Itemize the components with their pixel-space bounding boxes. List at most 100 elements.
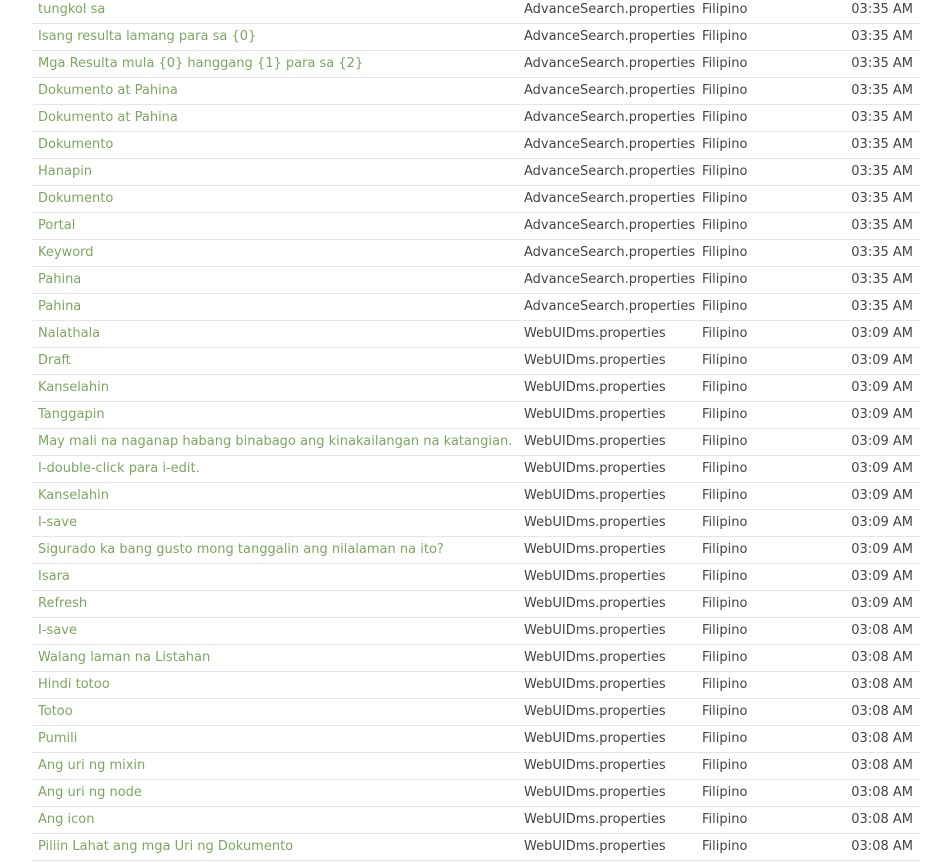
list-item: Refresh WebUIDms.properties Filipino 03:09 … — [32, 591, 920, 618]
properties-file-name: WebUIDms.properties — [524, 569, 666, 584]
translation-text-link[interactable]: Isang resulta lamang para sa {0} — [38, 24, 256, 50]
translation-text-link[interactable]: Walang laman na Listahan — [38, 645, 210, 671]
translation-text-link[interactable]: Portal — [38, 213, 75, 239]
language-label: Filipino — [702, 434, 748, 449]
timestamp: 03:09 AM — [851, 407, 913, 422]
translation-text-link[interactable]: Keyword — [38, 240, 94, 266]
language-label: Filipino — [702, 515, 748, 530]
translation-text-link[interactable]: Nalathala — [38, 321, 100, 347]
list-item: Kanselahin WebUIDms.properties Filipino 03:… — [32, 483, 920, 510]
language-label: Filipino — [702, 272, 748, 287]
timestamp: 03:08 AM — [851, 812, 913, 827]
timestamp: 03:35 AM — [851, 137, 913, 152]
translation-activity-list: tungkol sa AdvanceSearch.properties Filipi… — [32, 0, 920, 861]
translation-text-link[interactable]: Isara — [38, 564, 70, 590]
translation-text-link[interactable]: Dokumento at Pahina — [38, 105, 178, 131]
timestamp: 03:09 AM — [851, 542, 913, 557]
language-label: Filipino — [702, 137, 748, 152]
timestamp: 03:35 AM — [851, 164, 913, 179]
translation-text-link[interactable]: Mga Resulta mula {0} hanggang {1} para s… — [38, 51, 363, 77]
language-label: Filipino — [702, 2, 748, 17]
properties-file-name: WebUIDms.properties — [524, 731, 666, 746]
translation-text-link[interactable]: Ang uri ng node — [38, 780, 142, 806]
list-item: Hanapin AdvanceSearch.properties Filipino 0… — [32, 159, 920, 186]
properties-file-name: AdvanceSearch.properties — [524, 56, 696, 71]
timestamp: 03:08 AM — [851, 623, 913, 638]
language-label: Filipino — [702, 56, 748, 71]
translation-text-link[interactable]: Ang uri ng mixin — [38, 753, 145, 779]
timestamp: 03:08 AM — [851, 785, 913, 800]
translation-text-link[interactable]: Hindi totoo — [38, 672, 110, 698]
language-label: Filipino — [702, 623, 748, 638]
translation-text-link[interactable]: Dokumento — [38, 186, 113, 212]
language-label: Filipino — [702, 83, 748, 98]
timestamp: 03:08 AM — [851, 758, 913, 773]
timestamp: 03:08 AM — [851, 731, 913, 746]
timestamp: 03:09 AM — [851, 434, 913, 449]
properties-file-name: WebUIDms.properties — [524, 812, 666, 827]
properties-file-name: AdvanceSearch.properties — [524, 245, 696, 260]
translation-text-link[interactable]: Kanselahin — [38, 483, 109, 509]
timestamp: 03:08 AM — [851, 704, 913, 719]
translation-text-link[interactable]: Refresh — [38, 591, 87, 617]
properties-file-name: AdvanceSearch.properties — [524, 299, 696, 314]
translation-text-link[interactable]: Sigurado ka bang gusto mong tanggalin an… — [38, 537, 444, 563]
language-label: Filipino — [702, 704, 748, 719]
timestamp: 03:35 AM — [851, 272, 913, 287]
list-item: Isang resulta lamang para sa {0} AdvanceS… — [32, 24, 920, 51]
list-item: Dokumento at Pahina AdvanceSearch.propert… — [32, 105, 920, 132]
language-label: Filipino — [702, 326, 748, 341]
list-item: I-save WebUIDms.properties Filipino 03:09 A… — [32, 510, 920, 537]
properties-file-name: WebUIDms.properties — [524, 407, 666, 422]
list-item: Ang uri ng node WebUIDms.properties Filipi… — [32, 780, 920, 807]
properties-file-name: AdvanceSearch.properties — [524, 272, 696, 287]
translation-text-link[interactable]: I-double-click para i-edit. — [38, 456, 200, 482]
translation-text-link[interactable]: Dokumento at Pahina — [38, 78, 178, 104]
timestamp: 03:08 AM — [851, 839, 913, 854]
translation-text-link[interactable]: Pumili — [38, 726, 77, 752]
translation-text-link[interactable]: Dokumento — [38, 132, 113, 158]
properties-file-name: WebUIDms.properties — [524, 596, 666, 611]
language-label: Filipino — [702, 785, 748, 800]
list-item: Totoo WebUIDms.properties Filipino 03:08 AM — [32, 699, 920, 726]
properties-file-name: WebUIDms.properties — [524, 704, 666, 719]
translation-text-link[interactable]: Ang icon — [38, 807, 94, 833]
timestamp: 03:35 AM — [851, 218, 913, 233]
language-label: Filipino — [702, 353, 748, 368]
translation-text-link[interactable]: Tanggapin — [38, 402, 105, 428]
language-label: Filipino — [702, 650, 748, 665]
translation-text-link[interactable]: Piliin Lahat ang mga Uri ng Dokumento — [38, 834, 293, 860]
language-label: Filipino — [702, 596, 748, 611]
properties-file-name: AdvanceSearch.properties — [524, 2, 696, 17]
list-item: I-save WebUIDms.properties Filipino 03:08 A… — [32, 618, 920, 645]
language-label: Filipino — [702, 461, 748, 476]
language-label: Filipino — [702, 758, 748, 773]
language-label: Filipino — [702, 299, 748, 314]
language-label: Filipino — [702, 812, 748, 827]
properties-file-name: WebUIDms.properties — [524, 839, 666, 854]
list-item: Pumili WebUIDms.properties Filipino 03:08 A… — [32, 726, 920, 753]
translation-text-link[interactable]: tungkol sa — [38, 0, 105, 23]
translation-text-link[interactable]: Pahina — [38, 267, 81, 293]
translation-text-link[interactable]: Draft — [38, 348, 71, 374]
timestamp: 03:09 AM — [851, 596, 913, 611]
properties-file-name: WebUIDms.properties — [524, 380, 666, 395]
list-item: Walang laman na Listahan WebUIDms.propert… — [32, 645, 920, 672]
list-item: Ang icon WebUIDms.properties Filipino 03:08… — [32, 807, 920, 834]
language-label: Filipino — [702, 407, 748, 422]
translation-text-link[interactable]: I-save — [38, 510, 77, 536]
language-label: Filipino — [702, 542, 748, 557]
list-item: Isara WebUIDms.properties Filipino 03:09 AM — [32, 564, 920, 591]
language-label: Filipino — [702, 839, 748, 854]
timestamp: 03:35 AM — [851, 83, 913, 98]
translation-text-link[interactable]: I-save — [38, 618, 77, 644]
properties-file-name: AdvanceSearch.properties — [524, 83, 696, 98]
translation-text-link[interactable]: Totoo — [38, 699, 73, 725]
properties-file-name: WebUIDms.properties — [524, 785, 666, 800]
translation-text-link[interactable]: Pahina — [38, 294, 81, 320]
translation-text-link[interactable]: Hanapin — [38, 159, 92, 185]
translation-text-link[interactable]: May mali na naganap habang binabago ang … — [38, 429, 512, 455]
properties-file-name: AdvanceSearch.properties — [524, 191, 696, 206]
translation-text-link[interactable]: Kanselahin — [38, 375, 109, 401]
timestamp: 03:35 AM — [851, 245, 913, 260]
